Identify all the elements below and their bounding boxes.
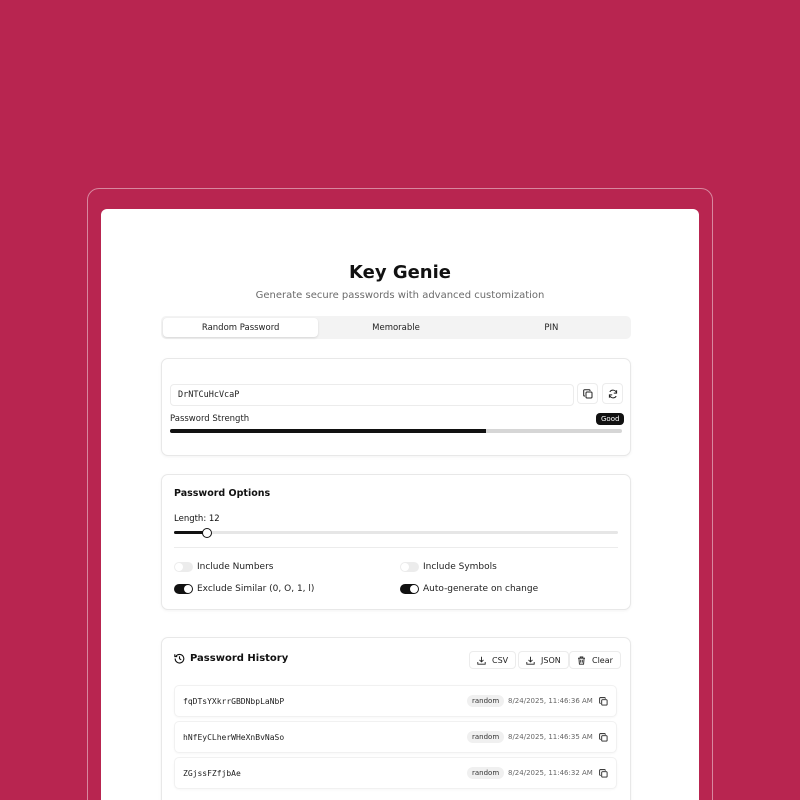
history-password: ZGjssFZfjbAe [183,769,241,778]
history-password: fqDTsYXkrrGBDNbpLaNbP [183,697,285,706]
copy-password-button[interactable] [577,383,598,404]
export-csv-button[interactable]: CSV [469,651,517,669]
tab-pin[interactable]: PIN [474,318,629,337]
copy-icon [582,388,592,398]
strength-label: Password Strength [170,414,250,424]
export-json-label: JSON [541,655,561,665]
history-timestamp: 8/24/2025, 11:46:32 AM [508,769,593,777]
strength-badge: Good [596,413,625,425]
toggle-include-symbols[interactable]: Include Symbols [400,562,497,572]
toggle-auto-generate[interactable]: Auto-generate on change [400,584,538,594]
options-divider [174,547,618,548]
strength-bar-fill [170,429,487,433]
generator-panel: DrNTCuHcVcaP Password Strength Good [161,358,631,456]
history-type-badge: random [467,767,505,779]
copy-icon [598,732,608,742]
clear-history-label: Clear [592,655,613,665]
download-icon [526,656,535,665]
history-item: fqDTsYXkrrGBDNbpLaNbP random 8/24/2025, … [174,685,617,717]
include-symbols-switch[interactable] [400,562,419,572]
history-type-badge: random [467,695,505,707]
length-slider[interactable] [174,527,618,538]
options-panel: Password Options Length: 12 Include Numb… [161,474,631,610]
history-panel: Password History CSV JSON Clear fqDTsYXk… [161,637,631,800]
history-password: hNfEyCLherWHeXnBvNaSo [183,733,285,742]
copy-icon [598,768,608,778]
length-label: Length: 12 [174,514,220,524]
exclude-similar-label: Exclude Similar (0, O, 1, l) [197,584,315,594]
strength-bar [170,429,622,433]
history-copy-button[interactable] [597,695,609,707]
history-header: Password History [174,653,288,664]
download-icon [477,656,486,665]
auto-generate-switch[interactable] [400,584,419,594]
app-card: Key Genie Generate secure passwords with… [101,209,699,800]
history-item: ZGjssFZfjbAe random 8/24/2025, 11:46:32 … [174,757,617,789]
export-csv-label: CSV [492,655,509,665]
refresh-icon [608,389,617,398]
tab-random-password[interactable]: Random Password [163,318,319,337]
length-slider-thumb[interactable] [202,527,213,538]
page-title: Key Genie [348,262,451,283]
options-title: Password Options [174,488,271,499]
page-subtitle: Generate secure passwords with advanced … [255,290,545,301]
trash-icon [578,656,585,665]
tab-memorable[interactable]: Memorable [318,318,473,337]
exclude-similar-switch[interactable] [174,584,193,594]
history-item: hNfEyCLherWHeXnBvNaSo random 8/24/2025, … [174,721,617,753]
include-symbols-label: Include Symbols [423,562,497,572]
copy-icon [598,696,608,706]
history-timestamp: 8/24/2025, 11:46:36 AM [508,697,593,705]
history-copy-button[interactable] [597,767,609,779]
include-numbers-label: Include Numbers [197,562,274,572]
history-icon [174,653,185,664]
regenerate-button[interactable] [602,383,623,404]
toggle-exclude-similar[interactable]: Exclude Similar (0, O, 1, l) [174,584,314,594]
history-type-badge: random [467,731,505,743]
export-json-button[interactable]: JSON [518,651,569,669]
clear-history-button[interactable]: Clear [569,651,621,669]
auto-generate-label: Auto-generate on change [423,584,539,594]
toggle-include-numbers[interactable]: Include Numbers [174,562,273,572]
history-title: Password History [190,653,289,664]
history-timestamp: 8/24/2025, 11:46:35 AM [508,733,593,741]
history-copy-button[interactable] [597,731,609,743]
include-numbers-switch[interactable] [174,562,193,572]
password-output[interactable]: DrNTCuHcVcaP [170,384,574,406]
mode-tabs: Random Password Memorable PIN [161,316,631,339]
